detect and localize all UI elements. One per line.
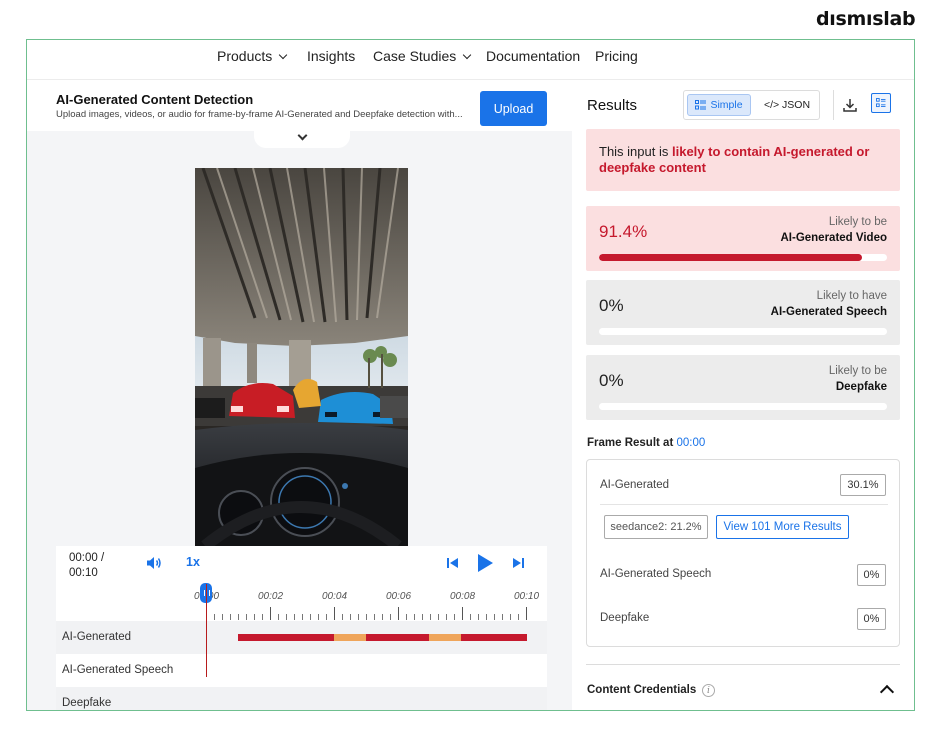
track-deepfake: Deepfake bbox=[56, 687, 547, 710]
skip-previous-icon[interactable] bbox=[446, 556, 460, 570]
score-category: Deepfake bbox=[835, 381, 887, 393]
verdict-prefix: This input is bbox=[599, 144, 672, 159]
score-progress-bar bbox=[599, 403, 887, 410]
chevron-down-icon bbox=[463, 50, 472, 60]
timeline-ticks bbox=[206, 607, 527, 620]
score-value: 0% bbox=[599, 371, 624, 390]
divider bbox=[600, 504, 888, 505]
score-progress-bar bbox=[599, 328, 887, 335]
tick-label: 00:06 bbox=[386, 591, 412, 602]
dismislab-logo: dısmıslab bbox=[816, 8, 916, 30]
frame-deepfake-value: 0% bbox=[857, 608, 886, 630]
nav-products[interactable]: Products bbox=[217, 48, 288, 64]
detection-segment[interactable] bbox=[238, 634, 334, 641]
video-frame-illustration bbox=[195, 168, 408, 546]
frame-speech-value: 0% bbox=[857, 564, 886, 586]
chevron-up-icon[interactable] bbox=[879, 684, 895, 700]
info-icon[interactable]: i bbox=[702, 684, 715, 697]
page-description: Upload images, videos, or audio for fram… bbox=[56, 109, 463, 120]
play-icon[interactable] bbox=[475, 552, 495, 574]
video-preview[interactable] bbox=[195, 168, 408, 546]
score-card-ai-video: 91.4% Likely to be AI-Generated Video bbox=[586, 206, 900, 271]
tick-label: 00:04 bbox=[322, 591, 348, 602]
detection-segment[interactable] bbox=[334, 634, 366, 641]
score-progress-bar bbox=[599, 254, 887, 261]
nav-case-studies-label: Case Studies bbox=[373, 48, 457, 64]
view-simple-button[interactable]: Simple bbox=[687, 94, 751, 116]
model-result-chip: seedance2: 21.2% bbox=[604, 515, 708, 539]
frame-deepfake-label: Deepfake bbox=[600, 612, 650, 624]
nav-insights[interactable]: Insights bbox=[307, 48, 355, 64]
score-caption: Likely to have bbox=[816, 290, 887, 302]
divider bbox=[586, 664, 900, 665]
time-current: 00:00 / bbox=[69, 552, 105, 564]
nav-pricing-label: Pricing bbox=[595, 48, 638, 64]
score-card-deepfake: 0% Likely to be Deepfake bbox=[586, 355, 900, 420]
verdict-alert: This input is likely to contain AI-gener… bbox=[586, 129, 900, 191]
nav-case-studies[interactable]: Case Studies bbox=[373, 48, 472, 64]
content-credentials-label[interactable]: Content Credentials bbox=[587, 684, 696, 696]
download-icon[interactable] bbox=[842, 97, 858, 113]
score-card-ai-speech: 0% Likely to have AI-Generated Speech bbox=[586, 280, 900, 345]
detection-segment[interactable] bbox=[429, 634, 461, 641]
frame-speech-label: AI-Generated Speech bbox=[600, 568, 712, 580]
score-caption: Likely to be bbox=[828, 216, 887, 228]
view-json-button[interactable]: </> JSON bbox=[758, 94, 816, 116]
timeline-ruler[interactable]: 00:00 00:02 00:04 00:06 00:08 00:10 bbox=[56, 583, 547, 621]
frame-result-label: Frame Result at bbox=[587, 437, 674, 449]
view-toggle: Simple </> JSON bbox=[683, 90, 820, 120]
results-title: Results bbox=[587, 97, 638, 114]
time-display: 00:00 / 00:10 bbox=[69, 551, 104, 581]
score-category: AI-Generated Speech bbox=[770, 306, 887, 318]
playback-speed-button[interactable]: 1x bbox=[186, 555, 200, 569]
skip-next-icon[interactable] bbox=[511, 556, 525, 570]
score-value: 0% bbox=[599, 296, 624, 315]
score-value: 91.4% bbox=[599, 222, 648, 241]
score-category: AI-Generated Video bbox=[780, 232, 887, 244]
nav-pricing[interactable]: Pricing bbox=[595, 48, 638, 64]
nav-documentation[interactable]: Documentation bbox=[486, 48, 580, 64]
time-total: 00:10 bbox=[69, 567, 98, 579]
chevron-down-icon bbox=[279, 50, 288, 60]
results-panel: Results Simple </> JSON This input is li… bbox=[586, 81, 900, 710]
view-simple-label: Simple bbox=[710, 99, 743, 111]
track-label: AI-Generated Speech bbox=[62, 664, 174, 676]
view-more-results-button[interactable]: View 101 More Results bbox=[716, 515, 849, 539]
nav-products-label: Products bbox=[217, 48, 273, 64]
list-icon bbox=[695, 100, 707, 110]
playhead-line bbox=[206, 584, 207, 677]
frame-result-card: AI-Generated 30.1% seedance2: 21.2% View… bbox=[586, 459, 900, 647]
collapse-header-toggle[interactable] bbox=[254, 130, 350, 148]
video-player-controls: 00:00 / 00:10 1x 00:00 00:0 bbox=[56, 546, 547, 710]
track-ai-generated-speech: AI-Generated Speech bbox=[56, 654, 547, 687]
score-progress-fill bbox=[599, 254, 863, 261]
track-ai-generated: AI-Generated bbox=[56, 621, 547, 654]
tick-label: 00:10 bbox=[514, 591, 540, 602]
upload-button[interactable]: Upload bbox=[480, 91, 547, 126]
track-label: AI-Generated bbox=[62, 631, 132, 643]
chevron-down-icon bbox=[297, 130, 307, 141]
page-title: AI-Generated Content Detection bbox=[56, 92, 254, 107]
track-label: Deepfake bbox=[62, 697, 112, 709]
nav-insights-label: Insights bbox=[307, 48, 356, 64]
top-nav: Products Insights Case Studies Documenta… bbox=[27, 40, 914, 80]
frame-result-heading: Frame Result at 00:00 bbox=[587, 437, 705, 449]
frame-result-time[interactable]: 00:00 bbox=[676, 437, 705, 449]
media-panel: AI-Generated Content Detection Upload im… bbox=[27, 81, 572, 710]
detection-segment[interactable] bbox=[461, 634, 527, 641]
panel-layout-icon[interactable] bbox=[871, 93, 891, 113]
frame-ai-label: AI-Generated bbox=[600, 479, 670, 491]
app-window: Products Insights Case Studies Documenta… bbox=[26, 39, 915, 711]
divider bbox=[833, 90, 834, 120]
detection-segment[interactable] bbox=[366, 634, 429, 641]
tick-label: 00:08 bbox=[450, 591, 476, 602]
detection-header: AI-Generated Content Detection Upload im… bbox=[27, 81, 572, 131]
score-caption: Likely to be bbox=[828, 365, 887, 377]
tick-label: 00:02 bbox=[258, 591, 284, 602]
nav-documentation-label: Documentation bbox=[486, 48, 581, 64]
volume-icon[interactable] bbox=[146, 556, 162, 570]
frame-ai-value: 30.1% bbox=[840, 474, 886, 496]
